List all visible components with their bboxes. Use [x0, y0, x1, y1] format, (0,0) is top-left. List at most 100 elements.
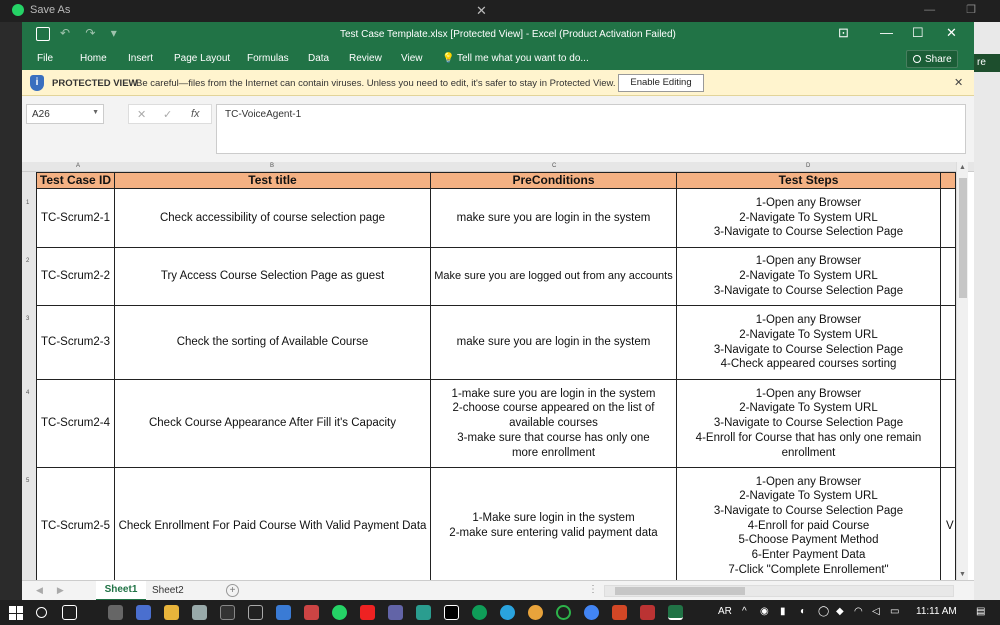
- ribbon-display-icon[interactable]: ⊡: [838, 25, 849, 41]
- search-icon[interactable]: [36, 607, 47, 618]
- header-cell-steps[interactable]: Test Steps: [677, 172, 941, 189]
- tab-home[interactable]: Home: [80, 53, 107, 64]
- cell-extra[interactable]: [941, 380, 956, 468]
- vertical-scrollbar[interactable]: ▲ ▼: [956, 162, 968, 580]
- language-indicator[interactable]: AR: [718, 606, 732, 617]
- app-icon[interactable]: [640, 605, 655, 620]
- cell-preconditions[interactable]: 1-Make sure login in the system 2-make s…: [431, 468, 677, 580]
- whatsapp-window-title[interactable]: Save As: [12, 4, 70, 16]
- tab-insert[interactable]: Insert: [128, 53, 153, 64]
- notification-icon[interactable]: ▤: [976, 606, 985, 617]
- row-header[interactable]: 2: [26, 258, 29, 264]
- cancel-icon[interactable]: ✕: [137, 108, 146, 121]
- cell-preconditions[interactable]: make sure you are login in the system: [431, 189, 677, 248]
- sheet-tab-sheet1[interactable]: Sheet1: [96, 581, 146, 601]
- undo-redo-icons[interactable]: ↶ ↷ ▾: [60, 26, 123, 40]
- cell-test-title[interactable]: Check the sorting of Available Course: [115, 306, 431, 380]
- tab-view[interactable]: View: [401, 53, 423, 64]
- clock[interactable]: 11:11 AM: [916, 606, 957, 617]
- more-icon[interactable]: ⋮: [588, 584, 598, 595]
- column-header-d[interactable]: D: [806, 163, 810, 169]
- wifi-icon[interactable]: ◠: [854, 606, 863, 617]
- cell-test-steps[interactable]: 1-Open any Browser 2-Navigate To System …: [677, 306, 941, 380]
- powershell-icon[interactable]: [136, 605, 151, 620]
- sheet-tab-sheet2[interactable]: Sheet2: [152, 585, 184, 596]
- youtube-icon[interactable]: [360, 605, 375, 620]
- header-cell-id[interactable]: Test Case ID: [36, 172, 115, 189]
- formula-input[interactable]: TC-VoiceAgent-1: [216, 104, 966, 154]
- chevron-up-icon[interactable]: ^: [742, 606, 747, 617]
- chrome-icon[interactable]: [584, 605, 599, 620]
- intellij-icon[interactable]: [444, 605, 459, 620]
- cell-extra[interactable]: [941, 189, 956, 248]
- edge-icon[interactable]: [472, 605, 487, 620]
- column-header-c[interactable]: C: [552, 163, 556, 169]
- row-header[interactable]: 1: [26, 200, 29, 206]
- cell-extra[interactable]: [941, 248, 956, 306]
- scroll-down-icon[interactable]: ▼: [959, 571, 966, 578]
- telegram-icon[interactable]: [500, 605, 515, 620]
- add-sheet-icon[interactable]: +: [226, 584, 239, 597]
- windows-start-icon[interactable]: [9, 606, 23, 620]
- cell-test-title[interactable]: Check Course Appearance After Fill it's …: [115, 380, 431, 468]
- tray-app-icon[interactable]: ▮: [780, 606, 786, 617]
- notepad-icon[interactable]: [192, 605, 207, 620]
- app-icon[interactable]: [416, 605, 431, 620]
- volume-icon[interactable]: ◁: [872, 606, 880, 617]
- header-cell-preconditions[interactable]: PreConditions: [431, 172, 677, 189]
- excel-icon[interactable]: [668, 605, 683, 620]
- cell-test-case-id[interactable]: TC-Scrum2-5: [36, 468, 115, 580]
- whatsapp-tray-icon[interactable]: ◯: [818, 606, 829, 617]
- column-header-b[interactable]: B: [270, 163, 274, 169]
- close-icon[interactable]: ✕: [954, 76, 963, 89]
- teams-icon[interactable]: [388, 605, 403, 620]
- cell-test-case-id[interactable]: TC-Scrum2-3: [36, 306, 115, 380]
- cell-preconditions[interactable]: Make sure you are logged out from any ac…: [431, 248, 677, 306]
- scrollbar-thumb[interactable]: [959, 178, 967, 298]
- file-explorer-icon[interactable]: [164, 605, 179, 620]
- cell-extra[interactable]: V: [941, 468, 956, 580]
- share-button[interactable]: Share: [906, 50, 958, 68]
- tab-data[interactable]: Data: [308, 53, 329, 64]
- tab-formulas[interactable]: Formulas: [247, 53, 289, 64]
- row-header[interactable]: 4: [26, 390, 29, 396]
- tell-me-box[interactable]: Tell me what you want to do...: [457, 53, 589, 64]
- worksheet-grid[interactable]: A B C D 1 2 3 4 5 6 Test Case ID Test ti…: [22, 162, 974, 580]
- function-icon[interactable]: fx: [191, 108, 200, 120]
- save-icon[interactable]: [36, 27, 50, 41]
- column-header-a[interactable]: A: [76, 163, 80, 169]
- enable-editing-button[interactable]: Enable Editing: [618, 74, 704, 92]
- background-share-button[interactable]: re: [974, 54, 1000, 72]
- tab-review[interactable]: Review: [349, 53, 382, 64]
- tab-file[interactable]: File: [37, 53, 53, 64]
- cell-preconditions[interactable]: make sure you are login in the system: [431, 306, 677, 380]
- record-icon[interactable]: ◉: [760, 606, 769, 617]
- window-controls[interactable]: — ❐: [924, 3, 990, 16]
- name-box[interactable]: A26 ▼: [26, 104, 104, 124]
- row-header[interactable]: 5: [26, 478, 29, 484]
- whatsapp-icon[interactable]: [332, 605, 347, 620]
- task-view-icon[interactable]: [62, 605, 77, 620]
- maximize-icon[interactable]: ☐: [912, 25, 924, 41]
- horizontal-scrollbar[interactable]: [604, 585, 954, 597]
- close-icon[interactable]: ✕: [476, 3, 487, 19]
- notion-icon[interactable]: [108, 605, 123, 620]
- chrome-icon[interactable]: [528, 605, 543, 620]
- cell-test-title[interactable]: Check Enrollment For Paid Course With Va…: [115, 468, 431, 580]
- cell-test-steps[interactable]: 1-Open any Browser 2-Navigate To System …: [677, 189, 941, 248]
- tray-app-icon[interactable]: ◆: [836, 606, 844, 617]
- header-cell-title[interactable]: Test title: [115, 172, 431, 189]
- cell-test-title[interactable]: Try Access Course Selection Page as gues…: [115, 248, 431, 306]
- cell-test-steps[interactable]: 1-Open any Browser 2-Navigate To System …: [677, 248, 941, 306]
- scroll-up-icon[interactable]: ▲: [959, 164, 966, 171]
- cell-test-steps[interactable]: 1-Open any Browser 2-Navigate To System …: [677, 380, 941, 468]
- powerpoint-icon[interactable]: [612, 605, 627, 620]
- terminal-icon[interactable]: [220, 605, 235, 620]
- cell-extra[interactable]: [941, 306, 956, 380]
- tab-page-layout[interactable]: Page Layout: [174, 53, 230, 64]
- cell-test-title[interactable]: Check accessibility of course selection …: [115, 189, 431, 248]
- scrollbar-thumb[interactable]: [615, 587, 745, 595]
- close-window-icon[interactable]: ✕: [946, 25, 957, 41]
- chevron-down-icon[interactable]: ▼: [92, 109, 99, 116]
- cell-test-case-id[interactable]: TC-Scrum2-4: [36, 380, 115, 468]
